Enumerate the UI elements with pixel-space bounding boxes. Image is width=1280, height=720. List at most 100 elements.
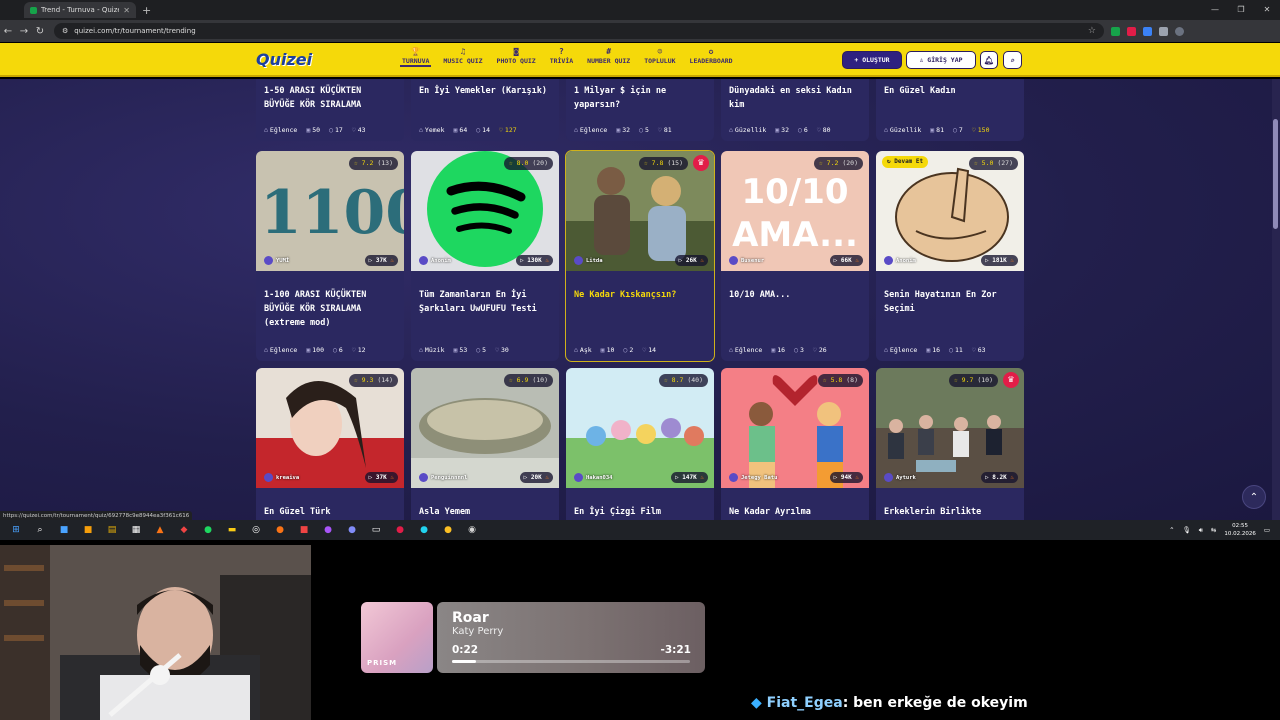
tray-chevron-icon[interactable]: ⌃ [1169,526,1174,534]
create-button[interactable]: + OLUŞTUR [842,51,902,69]
quiz-thumbnail[interactable]: ♛ ☆ 9.7 (10) Ayturk ▷ 8.2K ♨ [876,368,1024,488]
quiz-card[interactable]: Dünyadaki en seksi Kadın kim ⌂ Güzellik ▣ 32… [721,79,869,141]
quiz-card[interactable]: ☆ 9.3 (14) kreaiva ▷ 37K ♨ En Güzel Türk [256,368,404,520]
like-count[interactable]: ♡ 12 [352,346,366,354]
author[interactable]: YUMİ [264,256,289,265]
quiz-thumbnail[interactable]: 10/10 AMA... ☆ 7.2 (20) Busenur ▷ 66K ♨ [721,151,869,271]
quiz-card[interactable]: ☆ 8.7 (40) Hakan034 ▷ 147K ♨ En İyi Çizgi F… [566,368,714,520]
like-count[interactable]: ♡ 43 [352,126,366,134]
nav-item-4[interactable]: # NUMBER QUIZ [585,47,632,67]
like-count[interactable]: ♡ 80 [817,126,831,134]
taskbar-app-icon[interactable]: ▤ [104,522,120,538]
maximize-icon[interactable]: ❐ [1228,0,1254,20]
discord-taskbar-icon[interactable]: ● [344,522,360,538]
author[interactable]: Anonim [419,256,451,265]
author[interactable]: Jetegy Batu [729,473,777,482]
taskbar-app-icon[interactable]: ◆ [176,522,192,538]
quiz-card[interactable]: 1 Milyar $ için ne yaparsın? ⌂ Eğlence ▣ 32 ◯… [566,79,714,141]
author[interactable]: Ayturk [884,473,916,482]
category[interactable]: ⌂ Eğlence [264,346,297,354]
category[interactable]: ⌂ Güzellik [884,126,921,134]
minimize-icon[interactable]: — [1202,0,1228,20]
scrollbar-thumb[interactable] [1273,119,1278,229]
nav-item-6[interactable]: ✪ LEADERBOARD [688,47,735,67]
category[interactable]: ⌂ Eğlence [884,346,917,354]
category[interactable]: ⌂ Eğlence [264,126,297,134]
site-info-icon[interactable]: ⚙ [62,27,68,35]
taskbar-app-icon[interactable]: ● [320,522,336,538]
search-icon[interactable]: ⌕ [1003,51,1022,69]
quiz-thumbnail[interactable]: ☆ 9.3 (14) kreaiva ▷ 37K ♨ [256,368,404,488]
quiz-card[interactable]: ☆ 6.9 (10) Penguinnnnl ▷ 20K ♨ Asla Yemem [411,368,559,520]
nav-item-0[interactable]: 🏆 TURNUVA [400,47,432,67]
like-count[interactable]: ♡ 63 [972,346,986,354]
login-button[interactable]: ♙ GİRİŞ YAP [906,51,976,69]
spotify-taskbar-icon[interactable]: ● [200,522,216,538]
profile-icon[interactable] [1175,26,1184,36]
taskbar-app-icon[interactable]: ■ [80,522,96,538]
close-tab-icon[interactable]: ✕ [123,6,130,15]
taskbar-search-icon[interactable]: ⌕ [32,522,48,538]
category[interactable]: ⌂ Müzik [419,346,445,354]
author[interactable]: Penguinnnnl [419,473,467,482]
bookmark-star-icon[interactable]: ☆ [1088,26,1096,36]
author[interactable]: Hakan034 [574,473,613,482]
taskbar-app-icon[interactable]: ▬ [224,522,240,538]
page-scrollbar[interactable] [1272,79,1280,520]
quiz-card[interactable]: 1100 ☆ 7.2 (13) YUMİ ▷ 37K ♨ 1-100 ARASI KÜÇ… [256,151,404,361]
taskbar-app-icon[interactable]: ● [272,522,288,538]
taskbar-app-icon[interactable]: ▦ [128,522,144,538]
back-icon[interactable]: ← [0,26,16,37]
quiz-card[interactable]: ☆ 8.0 (20) Anonim ▷ 130K ♨ Tüm Zamanların E… [411,151,559,361]
microphone-icon[interactable]: 🎙︎ [1183,526,1191,534]
quiz-thumbnail[interactable]: ♛ ☆ 7.8 (15) Litda ▷ 26K ♨ [566,151,714,271]
chrome-taskbar-icon[interactable]: ● [440,522,456,538]
taskbar-app-icon[interactable]: ◎ [248,522,264,538]
like-count[interactable]: ♡ 81 [658,126,672,134]
continue-badge[interactable]: ↻ Devam Et [882,156,929,168]
quiz-thumbnail[interactable]: ☆ 6.9 (10) Penguinnnnl ▷ 20K ♨ [411,368,559,488]
quiz-thumbnail[interactable]: ↻ Devam Et ☆ 5.0 (27) Anonim ▷ 181K ♨ [876,151,1024,271]
quiz-thumbnail[interactable]: 1100 ☆ 7.2 (13) YUMİ ▷ 37K ♨ [256,151,404,271]
quiz-card[interactable]: En Güzel Kadın ⌂ Güzellik ▣ 81 ◯ 7 ♡ 150 [876,79,1024,141]
extensions-icon[interactable] [1159,26,1168,36]
taskbar-app-icon[interactable]: ▭ [368,522,384,538]
language-indicator-icon[interactable]: ⇆ [1211,526,1216,534]
like-count[interactable]: ♡ 30 [495,346,509,354]
category[interactable]: ⌂ Yemek [419,126,445,134]
author[interactable]: kreaiva [264,473,299,482]
taskbar-app-icon[interactable]: ■ [296,522,312,538]
edge-taskbar-icon[interactable]: ● [416,522,432,538]
quiz-card[interactable]: ↻ Devam Et ☆ 5.0 (27) Anonim ▷ 181K ♨ Senin … [876,151,1024,361]
scroll-to-top-button[interactable]: ⌃ [1242,485,1266,509]
category[interactable]: ⌂ Aşk [574,346,592,354]
quiz-card[interactable]: 1-50 ARASI KÜÇÜKTEN BÜYÜĞE KÖR SIRALAMA ⌂… [256,79,404,141]
extension-translate-icon[interactable] [1143,26,1152,36]
quiz-card[interactable]: ♛ ☆ 7.8 (15) Litda ▷ 26K ♨ Ne Kadar Kıskançs… [565,150,715,362]
category[interactable]: ⌂ Güzellik [729,126,766,134]
forward-icon[interactable]: → [16,26,32,37]
browser-tab[interactable]: Trend - Turnuva - Quizei ✕ [24,2,136,18]
nav-item-1[interactable]: ♫ MUSIC QUIZ [441,47,484,67]
quiz-card[interactable]: ♛ ☆ 9.7 (10) Ayturk ▷ 8.2K ♨ Erkeklerin Birl… [876,368,1024,520]
quiz-card[interactable]: 10/10 AMA... ☆ 7.2 (20) Busenur ▷ 66K ♨ 10/10… [721,151,869,361]
address-bar[interactable]: ⚙ quizei.com/tr/tournament/trending ☆ [54,23,1104,39]
reload-icon[interactable]: ↻ [32,26,48,37]
extension-pdf-icon[interactable] [1127,26,1136,36]
new-tab-icon[interactable]: + [142,4,151,17]
extension-shield-icon[interactable] [1111,26,1120,36]
start-icon[interactable]: ⊞ [8,522,24,538]
taskbar-app-icon[interactable]: ● [392,522,408,538]
category[interactable]: ⌂ Eğlence [574,126,607,134]
like-count[interactable]: ♡ 14 [642,346,656,354]
author[interactable]: Busenur [729,256,764,265]
clock[interactable]: 02:55 10.02.2026 [1224,522,1256,538]
category[interactable]: ⌂ Eğlence [729,346,762,354]
volume-icon[interactable]: 🔊︎ [1199,526,1203,535]
quiz-thumbnail[interactable]: ☆ 8.0 (20) Anonim ▷ 130K ♨ [411,151,559,271]
like-count[interactable]: ♡ 127 [499,126,517,134]
like-count[interactable]: ♡ 26 [813,346,827,354]
taskbar-app-icon[interactable]: ■ [56,522,72,538]
obs-taskbar-icon[interactable]: ◉ [464,522,480,538]
quiz-card[interactable]: En İyi Yemekler (Karışık) ⌂ Yemek ▣ 64 ◯ 14 ♡ 12… [411,79,559,141]
